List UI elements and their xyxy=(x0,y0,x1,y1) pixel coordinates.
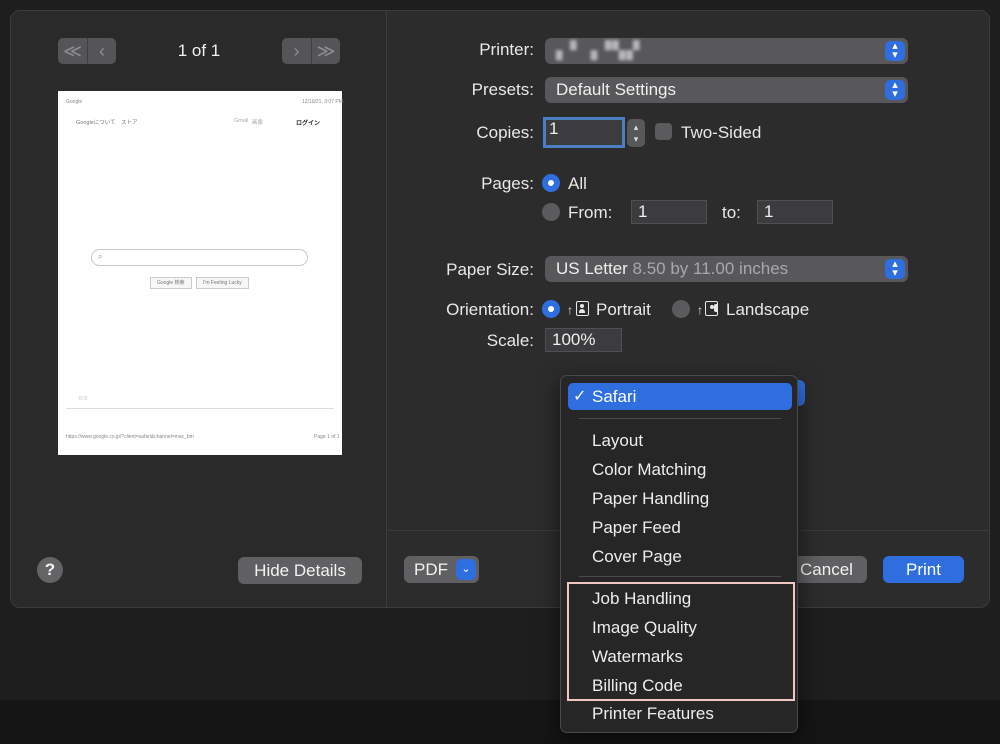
preview-country: 日本 xyxy=(78,396,89,402)
checkmark-icon: ✓ xyxy=(573,388,587,405)
printer-label: Printer: xyxy=(479,40,534,59)
menu-item-layout[interactable]: Layout xyxy=(568,427,792,454)
menu-item-safari[interactable]: ✓ Safari xyxy=(568,383,792,410)
print-button[interactable]: Print xyxy=(883,556,964,583)
scale-input[interactable]: 100% xyxy=(545,328,622,352)
pages-to-input[interactable]: 1 xyxy=(757,200,833,224)
pages-label: Pages: xyxy=(481,174,534,193)
menu-item-paper-handling[interactable]: Paper Handling xyxy=(568,485,792,512)
portrait-icon xyxy=(576,301,589,316)
menu-separator xyxy=(579,418,781,419)
paper-size-value: US Letter xyxy=(556,259,628,278)
preview-lucky-button: I'm Feeling Lucky xyxy=(196,277,249,289)
pages-from-label: From: xyxy=(568,203,613,222)
preview-search-button: Google 検索 xyxy=(150,277,192,289)
paper-size-label: Paper Size: xyxy=(446,260,534,279)
updown-chevron-icon: ▴ ▾ xyxy=(885,259,905,279)
pages-from-input[interactable]: 1 xyxy=(631,200,707,224)
pdf-label: PDF xyxy=(414,560,448,579)
menu-item-color-matching[interactable]: Color Matching xyxy=(568,456,792,483)
preview-images-link: 画像 xyxy=(252,120,264,126)
page-preview: Google 12/10/21, 3:07 PM Googleについて ストア … xyxy=(58,91,343,455)
two-sided-label: Two-Sided xyxy=(681,123,762,142)
menu-item-paper-feed[interactable]: Paper Feed xyxy=(568,514,792,541)
portrait-radio[interactable] xyxy=(542,300,560,318)
menu-item-cover-page[interactable]: Cover Page xyxy=(568,543,792,570)
orientation-label: Orientation: xyxy=(446,300,534,319)
page-counter: 1 of 1 xyxy=(177,41,221,60)
help-button[interactable]: ? xyxy=(37,557,63,583)
search-icon: ⌕ xyxy=(98,252,103,261)
chevron-down-icon: ⌄ xyxy=(456,559,476,580)
up-arrow-icon: ↑ xyxy=(567,303,573,317)
cancel-button[interactable]: Cancel xyxy=(786,556,867,583)
menu-item-printer-features[interactable]: Printer Features xyxy=(568,700,792,727)
copies-input[interactable]: 1 xyxy=(543,117,625,148)
presets-popup[interactable]: Default Settings ▴ ▾ xyxy=(545,77,908,103)
paper-size-dims: 8.50 by 11.00 inches xyxy=(632,259,789,278)
two-sided-checkbox[interactable] xyxy=(655,123,672,140)
menu-item-label: Safari xyxy=(592,387,637,406)
preview-header-date: 12/10/21, 3:07 PM xyxy=(302,99,343,105)
preview-store-link: ストア xyxy=(121,120,138,126)
scale-label: Scale: xyxy=(486,331,534,350)
up-arrow-icon: ↑ xyxy=(697,303,703,317)
highlight-annotation xyxy=(567,582,795,701)
pages-range-radio[interactable] xyxy=(542,203,560,221)
printer-popup[interactable]: ▖▘▗▝▚▞ ▴ ▾ xyxy=(545,38,908,64)
preview-about-link: Googleについて xyxy=(76,120,116,126)
updown-chevron-icon: ▴ ▾ xyxy=(885,80,905,100)
landscape-radio[interactable] xyxy=(672,300,690,318)
preview-pane: ≪ ‹ 1 of 1 › ≫ Google 12/10/21, 3:07 PM … xyxy=(11,11,387,607)
preview-login: ログイン xyxy=(296,121,321,127)
preview-search-box: ⌕ xyxy=(91,249,308,266)
next-page-button[interactable]: › xyxy=(282,38,311,64)
copies-stepper[interactable]: ▴ ▾ xyxy=(627,119,645,147)
page-nav-forward: › ≫ xyxy=(282,38,340,64)
portrait-label: Portrait xyxy=(596,300,651,319)
paper-size-popup[interactable]: US Letter 8.50 by 11.00 inches ▴ ▾ xyxy=(545,256,908,282)
presets-label: Presets: xyxy=(471,80,534,99)
preview-url: https://www.google.co.jp/?client=safari&… xyxy=(66,434,194,440)
preview-page-num: Page 1 of 1 xyxy=(314,434,340,440)
hide-details-button[interactable]: Hide Details xyxy=(238,557,362,584)
preview-footer-line xyxy=(66,408,334,409)
last-page-button[interactable]: ≫ xyxy=(311,38,340,64)
preview-header-title: Google xyxy=(66,99,83,105)
updown-chevron-icon: ▴ ▾ xyxy=(885,41,905,61)
presets-value: Default Settings xyxy=(556,80,677,99)
first-page-button[interactable]: ≪ xyxy=(58,38,87,64)
pages-all-radio[interactable] xyxy=(542,174,560,192)
pdf-menu-button[interactable]: PDF ⌄ xyxy=(404,556,479,583)
copies-label: Copies: xyxy=(476,123,534,142)
background-strip xyxy=(0,700,1000,744)
pages-all-label: All xyxy=(568,174,587,193)
pages-to-label: to: xyxy=(722,203,741,222)
preview-gmail-link: Gmail xyxy=(234,118,249,124)
landscape-icon xyxy=(705,301,718,316)
printer-name: ▖▘▗▝▚▞ xyxy=(556,41,641,60)
menu-separator xyxy=(579,576,781,577)
landscape-label: Landscape xyxy=(726,300,810,319)
page-nav-back: ≪ ‹ xyxy=(58,38,116,64)
prev-page-button[interactable]: ‹ xyxy=(87,38,116,64)
